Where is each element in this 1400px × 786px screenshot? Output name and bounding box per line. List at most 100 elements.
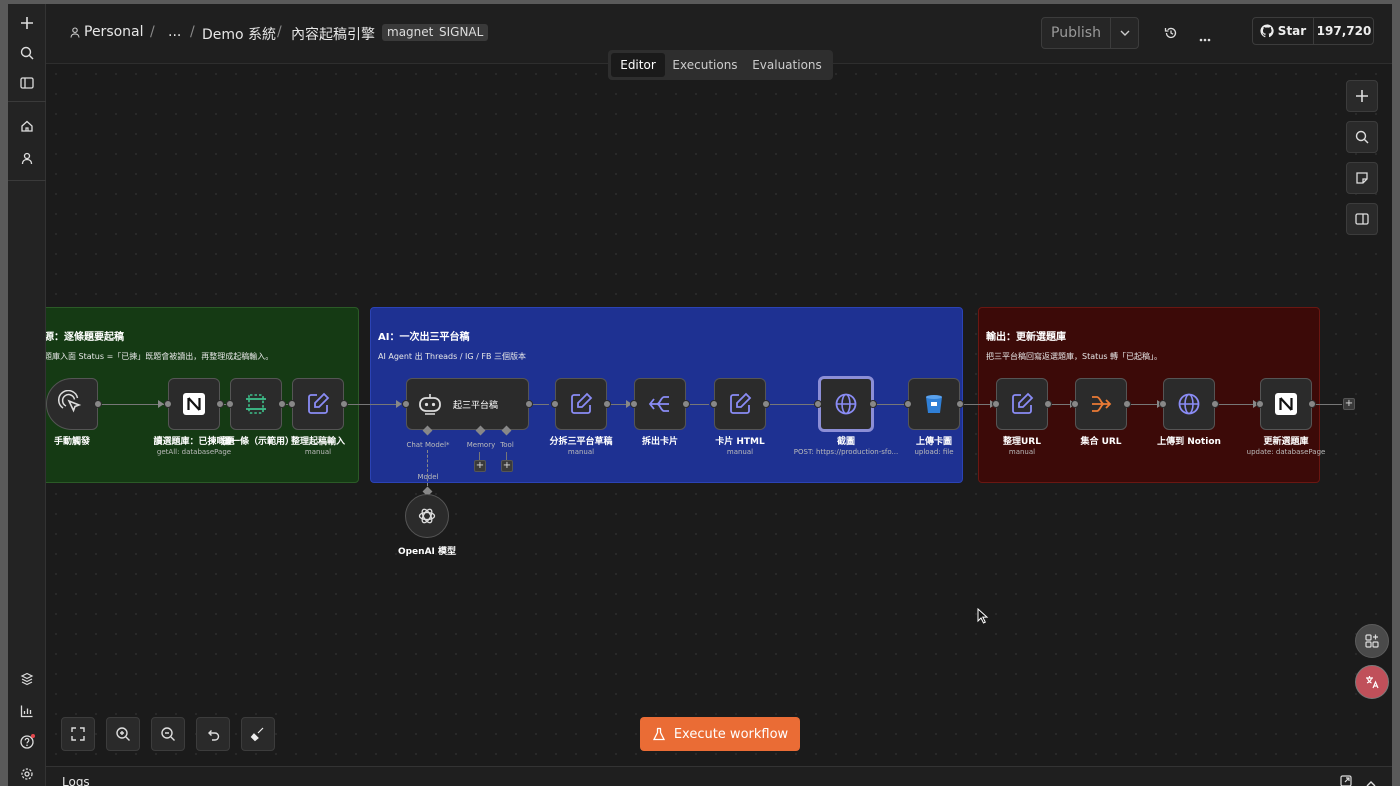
plus-icon[interactable] [17,13,37,33]
sidebar-toggle-icon[interactable] [17,73,37,93]
fit-view-button[interactable] [61,717,95,751]
tab-evaluations[interactable]: Evaluations [745,53,829,77]
port-model: Model [417,473,439,481]
node-prep-input-sub: manual [304,448,332,456]
popout-icon[interactable] [1340,775,1352,786]
node-card-html[interactable] [714,378,766,430]
undo-icon [208,730,220,741]
home-icon[interactable] [17,116,37,136]
node-tidy-url[interactable] [996,378,1048,430]
broom-icon [250,727,264,742]
tab-editor[interactable]: Editor [611,53,665,77]
workflow-canvas[interactable]: 源：逐條題要起稿 題庫入面 Status =「已揀」既題會被讀出，再整理成起稿輸… [46,64,1392,766]
node-tidy-url-sub: manual [1008,448,1036,456]
templates-icon[interactable] [17,669,37,689]
insights-icon[interactable] [17,701,37,721]
logs-title: Logs [62,775,90,786]
node-split-drafts-sub: manual [567,448,595,456]
node-read-db-sub: getAll: databasePage [156,448,232,456]
breadcrumb-workspace[interactable]: Personal [70,24,144,40]
node-upload-card[interactable] [908,378,960,430]
pointer-click-icon [58,390,82,413]
node-card-html-label: 卡片 HTML [715,437,765,447]
node-limit[interactable] [230,378,282,430]
translate-button[interactable] [1355,665,1389,699]
sticky-output-desc: 把三平台稿回寫返選題庫，Status 轉「已起稿」。 [986,352,1163,361]
more-options-icon[interactable] [1199,31,1211,45]
help-icon[interactable] [17,732,37,752]
execute-workflow-button[interactable]: Execute workflow [640,717,800,751]
breadcrumb-workspace-label: Personal [84,24,144,40]
search-icon[interactable] [17,43,37,63]
node-openai-model-label: OpenAI 模型 [397,547,457,557]
aggregate-icon [1092,396,1112,412]
add-node-button[interactable] [1346,80,1378,112]
zoom-out-button[interactable] [151,717,185,751]
execute-workflow-label: Execute workflow [673,726,789,742]
github-star-button[interactable]: Star 197,720 [1252,17,1374,45]
node-aggregate-url[interactable] [1075,378,1127,430]
user-icon[interactable] [17,148,37,168]
notion-icon [183,393,205,415]
sticky-output-title: 輸出：更新選題庫 [986,332,1066,343]
flask-icon [652,727,665,741]
add-tool-button[interactable]: + [501,460,513,472]
node-split-drafts[interactable] [555,378,607,430]
mouse-cursor [977,607,989,627]
port-tool: Tool [500,441,514,449]
openai-icon [418,508,436,524]
node-update-db[interactable] [1260,378,1312,430]
sticky-source-title: 源：逐條題要起稿 [46,332,124,343]
chevron-down-icon[interactable] [1111,18,1139,48]
settings-icon[interactable] [17,764,37,784]
search-icon [1355,130,1369,144]
node-ai-agent[interactable]: 起三平台稿 [406,378,529,430]
workflow-name[interactable]: 內容起稿引擎 [291,24,375,44]
node-split-cards[interactable] [634,378,686,430]
panel-icon [1355,213,1369,225]
globe-icon [1178,393,1200,415]
limit-icon [246,394,266,414]
tag-magnet[interactable]: magnet [382,24,439,41]
edit-icon [730,392,752,414]
breadcrumb-project[interactable]: Demo 系統 [202,24,276,44]
ask-assistant-button[interactable] [1355,624,1389,658]
history-icon[interactable] [1164,26,1178,43]
node-ai-agent-label: 起三平台稿 [453,400,499,411]
sticky-source-desc: 題庫入面 Status =「已揀」既題會被讀出，再整理成起稿輸入。 [46,352,274,361]
canvas-search-button[interactable] [1346,121,1378,153]
add-next-node-button[interactable]: + [1343,398,1355,410]
sticky-ai-desc: AI Agent 出 Threads / IG / FB 三個版本 [378,352,527,361]
assistant-icon [1365,634,1379,648]
zoom-in-icon [116,727,130,741]
publish-button[interactable]: Publish [1041,17,1139,49]
undo-button[interactable] [196,717,230,751]
zoom-in-button[interactable] [106,717,140,751]
notion-icon [1275,393,1297,415]
node-manual-trigger[interactable] [46,378,98,430]
node-openai-model[interactable] [405,494,449,538]
add-sticky-button[interactable] [1346,162,1378,194]
star-label: Star [1277,24,1307,38]
breadcrumb-separator: / [190,24,195,40]
node-prep-input[interactable] [292,378,344,430]
tidy-up-button[interactable] [241,717,275,751]
node-read-db[interactable] [168,378,220,430]
edit-icon [571,392,593,414]
breadcrumb-ellipsis[interactable]: ... [168,24,181,40]
plus-icon [1356,90,1368,102]
translate-icon [1366,676,1379,689]
github-icon [1260,24,1274,38]
tag-signal[interactable]: SIGNAL [434,24,489,41]
chevron-up-icon[interactable] [1366,776,1376,786]
node-upload-notion[interactable] [1163,378,1215,430]
add-memory-button[interactable]: + [474,460,486,472]
logs-panel[interactable]: Logs [46,766,1392,786]
edit-icon [308,392,330,414]
sticky-ai-title: AI：一次出三平台稿 [378,332,470,343]
tab-executions[interactable]: Executions [669,53,741,77]
node-screenshot[interactable] [818,376,874,432]
breadcrumb-separator: / [150,24,155,40]
sticky-note-icon [1356,172,1368,184]
toggle-panel-button[interactable] [1346,203,1378,235]
